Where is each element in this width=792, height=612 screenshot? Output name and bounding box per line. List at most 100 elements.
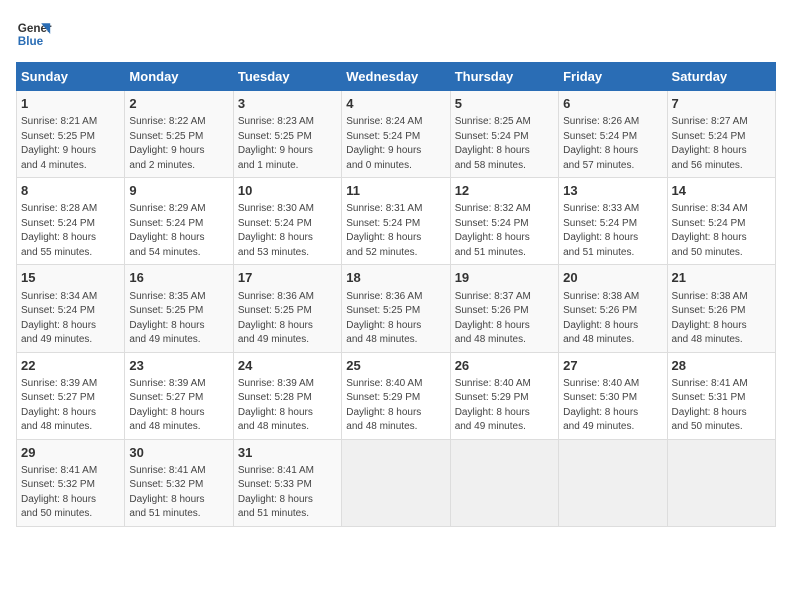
day-info: Sunrise: 8:39 AM Sunset: 5:28 PM Dayligh… bbox=[238, 377, 337, 435]
day-info: Sunrise: 8:34 AM Sunset: 5:24 PM Dayligh… bbox=[21, 290, 120, 348]
day-number: 9 bbox=[129, 182, 228, 200]
calendar-cell: 14 Sunrise: 8:34 AM Sunset: 5:24 PM Dayli… bbox=[667, 178, 775, 265]
calendar-cell: 27Sunrise: 8:40 AM Sunset: 5:30 PM Dayli… bbox=[559, 352, 667, 439]
day-number: 1 bbox=[21, 95, 120, 113]
day-info: Sunrise: 8:25 AM Sunset: 5:24 PM Dayligh… bbox=[455, 115, 554, 173]
day-info: Sunrise: 8:35 AM Sunset: 5:25 PM Dayligh… bbox=[129, 290, 228, 348]
calendar-week-row: 1 Sunrise: 8:21 AM Sunset: 5:25 PM Daylig… bbox=[17, 91, 776, 178]
day-info: Sunrise: 8:40 AM Sunset: 5:29 PM Dayligh… bbox=[346, 377, 445, 435]
calendar-cell bbox=[450, 439, 558, 526]
calendar-cell: 25 Sunrise: 8:40 AM Sunset: 5:29 PM Dayli… bbox=[342, 352, 450, 439]
calendar-cell: 24 Sunrise: 8:39 AM Sunset: 5:28 PM Dayli… bbox=[233, 352, 341, 439]
day-number: 22 bbox=[21, 357, 120, 375]
day-number: 15 bbox=[21, 269, 120, 287]
calendar-cell: 16 Sunrise: 8:35 AM Sunset: 5:25 PM Dayli… bbox=[125, 265, 233, 352]
calendar-cell: 11 Sunrise: 8:31 AM Sunset: 5:24 PM Dayli… bbox=[342, 178, 450, 265]
calendar-cell bbox=[342, 439, 450, 526]
day-info: Sunrise: 8:22 AM Sunset: 5:25 PM Dayligh… bbox=[129, 115, 228, 173]
day-info: Sunrise: 8:31 AM Sunset: 5:24 PM Dayligh… bbox=[346, 202, 445, 260]
calendar-cell: 9 Sunrise: 8:29 AM Sunset: 5:24 PM Daylig… bbox=[125, 178, 233, 265]
day-number: 18 bbox=[346, 269, 445, 287]
calendar-cell bbox=[667, 439, 775, 526]
calendar-cell: 1 Sunrise: 8:21 AM Sunset: 5:25 PM Daylig… bbox=[17, 91, 125, 178]
calendar-cell: 31Sunrise: 8:41 AM Sunset: 5:33 PM Dayli… bbox=[233, 439, 341, 526]
calendar-cell: 10 Sunrise: 8:30 AM Sunset: 5:24 PM Dayli… bbox=[233, 178, 341, 265]
column-header-friday: Friday bbox=[559, 63, 667, 91]
day-info: Sunrise: 8:27 AM Sunset: 5:24 PM Dayligh… bbox=[672, 115, 771, 173]
column-header-saturday: Saturday bbox=[667, 63, 775, 91]
day-info: Sunrise: 8:41 AM Sunset: 5:32 PM Dayligh… bbox=[21, 464, 120, 522]
calendar-cell: 15 Sunrise: 8:34 AM Sunset: 5:24 PM Dayli… bbox=[17, 265, 125, 352]
day-info: Sunrise: 8:38 AM Sunset: 5:26 PM Dayligh… bbox=[563, 290, 662, 348]
day-number: 6 bbox=[563, 95, 662, 113]
day-number: 16 bbox=[129, 269, 228, 287]
logo: General Blue bbox=[16, 16, 52, 52]
calendar-week-row: 15 Sunrise: 8:34 AM Sunset: 5:24 PM Dayli… bbox=[17, 265, 776, 352]
calendar-cell: 17 Sunrise: 8:36 AM Sunset: 5:25 PM Dayli… bbox=[233, 265, 341, 352]
day-number: 29 bbox=[21, 444, 120, 462]
calendar-cell: 22 Sunrise: 8:39 AM Sunset: 5:27 PM Dayli… bbox=[17, 352, 125, 439]
day-number: 12 bbox=[455, 182, 554, 200]
column-header-monday: Monday bbox=[125, 63, 233, 91]
calendar-cell: 3 Sunrise: 8:23 AM Sunset: 5:25 PM Daylig… bbox=[233, 91, 341, 178]
calendar-cell: 19Sunrise: 8:37 AM Sunset: 5:26 PM Dayli… bbox=[450, 265, 558, 352]
calendar-table: SundayMondayTuesdayWednesdayThursdayFrid… bbox=[16, 62, 776, 527]
day-info: Sunrise: 8:34 AM Sunset: 5:24 PM Dayligh… bbox=[672, 202, 771, 260]
day-info: Sunrise: 8:30 AM Sunset: 5:24 PM Dayligh… bbox=[238, 202, 337, 260]
day-number: 10 bbox=[238, 182, 337, 200]
calendar-cell: 30Sunrise: 8:41 AM Sunset: 5:32 PM Dayli… bbox=[125, 439, 233, 526]
day-info: Sunrise: 8:40 AM Sunset: 5:30 PM Dayligh… bbox=[563, 377, 662, 435]
calendar-cell: 26Sunrise: 8:40 AM Sunset: 5:29 PM Dayli… bbox=[450, 352, 558, 439]
day-number: 7 bbox=[672, 95, 771, 113]
column-header-sunday: Sunday bbox=[17, 63, 125, 91]
day-info: Sunrise: 8:37 AM Sunset: 5:26 PM Dayligh… bbox=[455, 290, 554, 348]
day-info: Sunrise: 8:36 AM Sunset: 5:25 PM Dayligh… bbox=[346, 290, 445, 348]
column-header-tuesday: Tuesday bbox=[233, 63, 341, 91]
day-number: 13 bbox=[563, 182, 662, 200]
calendar-week-row: 29 Sunrise: 8:41 AM Sunset: 5:32 PM Dayli… bbox=[17, 439, 776, 526]
day-number: 8 bbox=[21, 182, 120, 200]
day-number: 17 bbox=[238, 269, 337, 287]
calendar-cell: 29 Sunrise: 8:41 AM Sunset: 5:32 PM Dayli… bbox=[17, 439, 125, 526]
day-number: 31 bbox=[238, 444, 337, 462]
day-number: 21 bbox=[672, 269, 771, 287]
calendar-cell: 28Sunrise: 8:41 AM Sunset: 5:31 PM Dayli… bbox=[667, 352, 775, 439]
day-number: 11 bbox=[346, 182, 445, 200]
day-info: Sunrise: 8:32 AM Sunset: 5:24 PM Dayligh… bbox=[455, 202, 554, 260]
day-number: 24 bbox=[238, 357, 337, 375]
day-info: Sunrise: 8:36 AM Sunset: 5:25 PM Dayligh… bbox=[238, 290, 337, 348]
calendar-cell: 5 Sunrise: 8:25 AM Sunset: 5:24 PM Daylig… bbox=[450, 91, 558, 178]
logo-icon: General Blue bbox=[16, 16, 52, 52]
column-header-thursday: Thursday bbox=[450, 63, 558, 91]
calendar-cell: 13 Sunrise: 8:33 AM Sunset: 5:24 PM Dayli… bbox=[559, 178, 667, 265]
day-number: 3 bbox=[238, 95, 337, 113]
page-header: General Blue bbox=[16, 16, 776, 52]
day-number: 4 bbox=[346, 95, 445, 113]
column-header-wednesday: Wednesday bbox=[342, 63, 450, 91]
day-info: Sunrise: 8:39 AM Sunset: 5:27 PM Dayligh… bbox=[21, 377, 120, 435]
svg-text:Blue: Blue bbox=[18, 35, 44, 48]
calendar-week-row: 22 Sunrise: 8:39 AM Sunset: 5:27 PM Dayli… bbox=[17, 352, 776, 439]
day-info: Sunrise: 8:26 AM Sunset: 5:24 PM Dayligh… bbox=[563, 115, 662, 173]
day-number: 26 bbox=[455, 357, 554, 375]
day-info: Sunrise: 8:23 AM Sunset: 5:25 PM Dayligh… bbox=[238, 115, 337, 173]
calendar-cell: 23 Sunrise: 8:39 AM Sunset: 5:27 PM Dayli… bbox=[125, 352, 233, 439]
day-info: Sunrise: 8:21 AM Sunset: 5:25 PM Dayligh… bbox=[21, 115, 120, 173]
day-info: Sunrise: 8:33 AM Sunset: 5:24 PM Dayligh… bbox=[563, 202, 662, 260]
calendar-header-row: SundayMondayTuesdayWednesdayThursdayFrid… bbox=[17, 63, 776, 91]
day-info: Sunrise: 8:39 AM Sunset: 5:27 PM Dayligh… bbox=[129, 377, 228, 435]
calendar-cell: 7 Sunrise: 8:27 AM Sunset: 5:24 PM Daylig… bbox=[667, 91, 775, 178]
day-number: 14 bbox=[672, 182, 771, 200]
day-number: 5 bbox=[455, 95, 554, 113]
calendar-cell: 18 Sunrise: 8:36 AM Sunset: 5:25 PM Dayli… bbox=[342, 265, 450, 352]
day-number: 28 bbox=[672, 357, 771, 375]
day-number: 25 bbox=[346, 357, 445, 375]
calendar-cell: 21Sunrise: 8:38 AM Sunset: 5:26 PM Dayli… bbox=[667, 265, 775, 352]
calendar-cell: 20Sunrise: 8:38 AM Sunset: 5:26 PM Dayli… bbox=[559, 265, 667, 352]
day-info: Sunrise: 8:29 AM Sunset: 5:24 PM Dayligh… bbox=[129, 202, 228, 260]
day-number: 23 bbox=[129, 357, 228, 375]
day-info: Sunrise: 8:41 AM Sunset: 5:32 PM Dayligh… bbox=[129, 464, 228, 522]
calendar-cell: 4Sunrise: 8:24 AM Sunset: 5:24 PM Daylig… bbox=[342, 91, 450, 178]
calendar-cell: 2Sunrise: 8:22 AM Sunset: 5:25 PM Daylig… bbox=[125, 91, 233, 178]
calendar-cell bbox=[559, 439, 667, 526]
